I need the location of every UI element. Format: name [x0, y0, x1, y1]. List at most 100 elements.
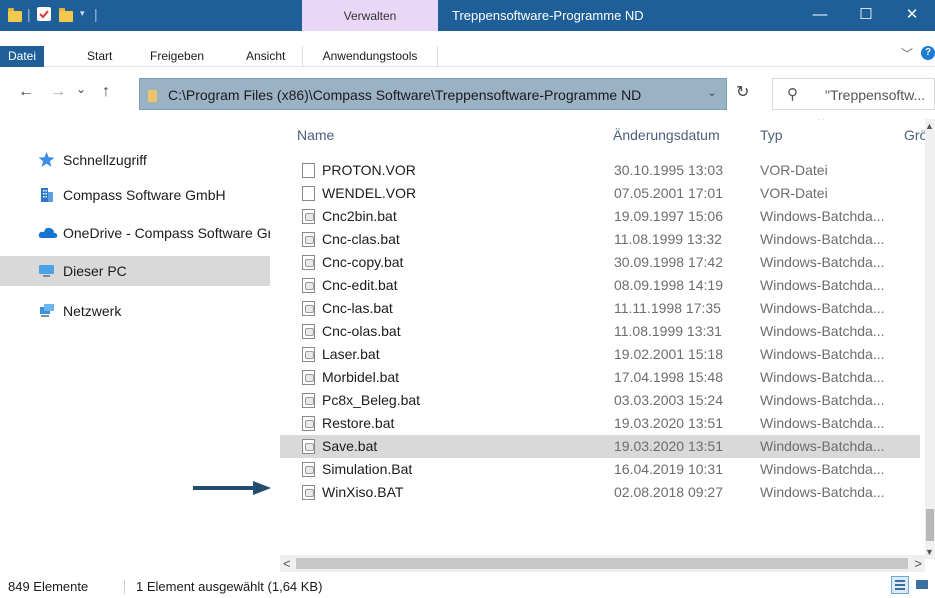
file-row[interactable]: Save.bat 19.03.2020 13:51 Windows-Batchda.…	[280, 435, 920, 458]
network-icon	[38, 303, 55, 318]
file-date: 03.03.2003 15:24	[614, 392, 723, 408]
file-date: 16.04.2019 10:31	[614, 461, 723, 477]
large-icons-view-button[interactable]	[913, 576, 931, 594]
sidebar-item-schnellzugriff[interactable]: Schnellzugriff	[0, 145, 270, 175]
file-type: Windows-Batchda...	[760, 277, 885, 293]
address-dropdown-button[interactable]: ⌄	[697, 78, 727, 108]
minimize-button[interactable]: —	[797, 0, 843, 31]
file-type: Windows-Batchda...	[760, 369, 885, 385]
file-name: Cnc-copy.bat	[322, 254, 404, 270]
window-title: Treppensoftware-Programme ND	[452, 8, 644, 23]
address-bar[interactable]: C:\Program Files (x86)\Compass Software\…	[139, 78, 727, 110]
file-row[interactable]: Cnc-clas.bat 11.08.1999 13:32 Windows-Batc…	[280, 228, 920, 251]
up-button[interactable]: ↑	[102, 83, 110, 101]
tab-start[interactable]: Start	[87, 46, 112, 67]
file-row[interactable]: Simulation.Bat 16.04.2019 10:31 Windows-Ba…	[280, 458, 920, 481]
column-header-type[interactable]: Typ	[760, 127, 783, 143]
batch-file-icon	[302, 439, 315, 454]
sidebar-item-netzwerk[interactable]: Netzwerk	[0, 296, 270, 326]
details-view-button[interactable]	[891, 576, 909, 594]
file-date: 30.09.1998 17:42	[614, 254, 723, 270]
properties-icon[interactable]	[37, 7, 51, 21]
scroll-right-icon[interactable]: >	[914, 556, 922, 571]
tab-datei[interactable]: Datei	[0, 46, 44, 67]
file-type: Windows-Batchda...	[760, 300, 885, 316]
tab-freigeben[interactable]: Freigeben	[150, 46, 204, 67]
folder-icon	[8, 8, 22, 22]
file-date: 19.02.2001 15:18	[614, 346, 723, 362]
file-date: 11.08.1999 13:31	[614, 323, 722, 339]
file-row[interactable]: PROTON.VOR 30.10.1995 13:03 VOR-Datei	[280, 159, 920, 182]
column-header-date[interactable]: Änderungsdatum	[613, 127, 720, 143]
file-row[interactable]: Cnc-las.bat 11.11.1998 17:35 Windows-Batch…	[280, 297, 920, 320]
divider	[124, 580, 125, 594]
file-row[interactable]: Laser.bat 19.02.2001 15:18 Windows-Batchda…	[280, 343, 920, 366]
file-name: Save.bat	[322, 438, 378, 454]
file-date: 11.11.1998 17:35	[614, 300, 721, 316]
tab-anwendungstools[interactable]: Anwendungstools	[302, 46, 438, 67]
recent-locations-button[interactable]: ⌄	[76, 82, 86, 96]
sidebar-item-dieser-pc[interactable]: Dieser PC	[0, 256, 270, 286]
file-date: 08.09.1998 14:19	[614, 277, 723, 293]
file-date: 17.04.1998 15:48	[614, 369, 723, 385]
tab-verwalten[interactable]: Verwalten	[302, 0, 438, 31]
file-type: Windows-Batchda...	[760, 392, 885, 408]
document-icon	[302, 186, 315, 201]
file-type: VOR-Datei	[760, 162, 828, 178]
file-row[interactable]: Morbidel.bat 17.04.1998 15:48 Windows-Batc…	[280, 366, 920, 389]
batch-file-icon	[302, 301, 315, 316]
scroll-thumb[interactable]	[926, 509, 934, 541]
sort-indicator-icon: ^	[819, 119, 824, 126]
file-name: Cnc-olas.bat	[322, 323, 401, 339]
file-row[interactable]: Pc8x_Beleg.bat 03.03.2003 15:24 Windows-Ba…	[280, 389, 920, 412]
sidebar-item-label: OneDrive - Compass Software Gr	[63, 225, 270, 241]
expand-ribbon-icon[interactable]: ﹀	[901, 45, 913, 62]
help-icon[interactable]: ?	[921, 46, 935, 60]
file-row[interactable]: Cnc-olas.bat 11.08.1999 13:31 Windows-Batc…	[280, 320, 920, 343]
file-date: 19.09.1997 15:06	[614, 208, 723, 224]
maximize-button[interactable]: ☐	[843, 0, 889, 31]
batch-file-icon	[302, 485, 315, 500]
file-row[interactable]: Cnc-edit.bat 08.09.1998 14:19 Windows-Batc…	[280, 274, 920, 297]
column-header-name[interactable]: Name	[297, 127, 334, 143]
scroll-down-icon[interactable]: ▼	[925, 547, 934, 557]
building-icon	[38, 187, 55, 202]
refresh-button[interactable]: ↻	[736, 82, 749, 102]
file-name: WinXiso.BAT	[322, 484, 404, 500]
file-row[interactable]: WinXiso.BAT 02.08.2018 09:27 Windows-Batch…	[280, 481, 920, 504]
scroll-up-icon[interactable]: ▲	[925, 121, 934, 131]
sidebar-item-label: Netzwerk	[63, 303, 122, 319]
column-header-size[interactable]: Grö	[904, 127, 927, 143]
document-icon	[302, 163, 315, 178]
file-type: Windows-Batchda...	[760, 254, 885, 270]
close-button[interactable]: ✕	[889, 0, 935, 31]
file-name: WENDEL.VOR	[322, 185, 417, 201]
file-name: Pc8x_Beleg.bat	[322, 392, 421, 408]
tab-ansicht[interactable]: Ansicht	[246, 46, 285, 67]
file-name: Laser.bat	[322, 346, 380, 362]
file-name: PROTON.VOR	[322, 162, 416, 178]
customize-toolbar-icon[interactable]: ▾	[80, 8, 85, 26]
separator: |	[27, 6, 31, 22]
file-type: Windows-Batchda...	[760, 346, 885, 362]
scroll-thumb[interactable]	[296, 558, 908, 569]
sidebar-item-compass-software[interactable]: Compass Software GmbH	[0, 180, 270, 210]
new-folder-icon[interactable]	[59, 8, 73, 22]
arrow-annotation	[193, 481, 271, 495]
batch-file-icon	[302, 370, 315, 385]
back-button[interactable]: ←	[18, 83, 34, 101]
forward-button[interactable]: →	[50, 83, 66, 101]
file-row[interactable]: Restore.bat 19.03.2020 13:51 Windows-Batch…	[280, 412, 920, 435]
file-type: Windows-Batchda...	[760, 208, 885, 224]
horizontal-scrollbar[interactable]: < >	[280, 555, 925, 572]
file-row[interactable]: Cnc2bin.bat 19.09.1997 15:06 Windows-Batch…	[280, 205, 920, 228]
file-row[interactable]: WENDEL.VOR 07.05.2001 17:01 VOR-Datei	[280, 182, 920, 205]
batch-file-icon	[302, 232, 315, 247]
file-row[interactable]: Cnc-copy.bat 30.09.1998 17:42 Windows-Batc…	[280, 251, 920, 274]
address-path: C:\Program Files (x86)\Compass Software\…	[168, 87, 642, 103]
file-name: Cnc-edit.bat	[322, 277, 398, 293]
sidebar-item-onedrive[interactable]: OneDrive - Compass Software Gr	[0, 218, 270, 248]
vertical-scrollbar[interactable]: ▲ ▼	[925, 119, 935, 559]
scroll-left-icon[interactable]: <	[283, 556, 291, 571]
search-box[interactable]: ⚲ "Treppensoftw...	[772, 78, 935, 110]
